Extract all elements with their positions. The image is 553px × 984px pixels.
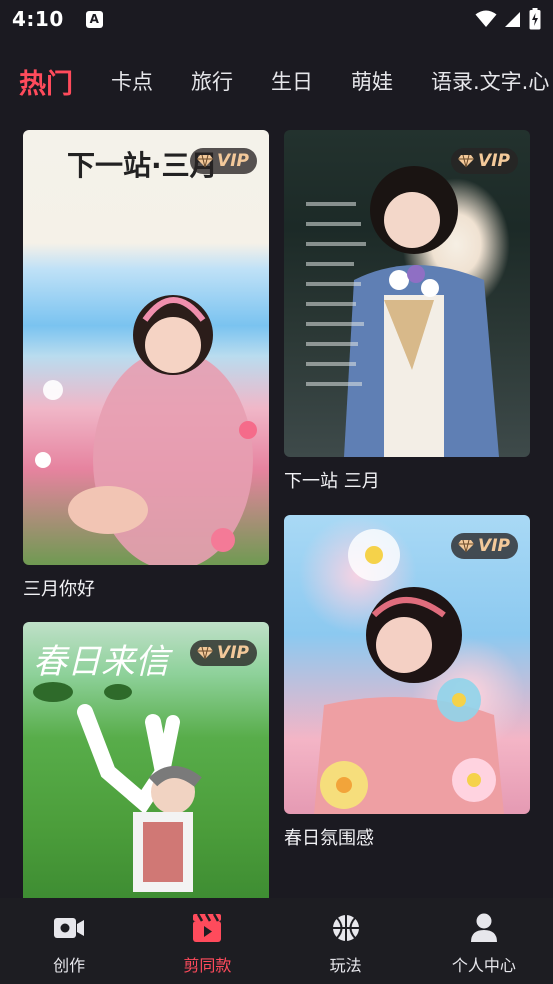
template-thumbnail[interactable]: 下一站·三月 VIP (23, 130, 269, 565)
nav-item-profile[interactable]: 个人中心 (415, 898, 553, 984)
basketball-icon (330, 912, 362, 944)
template-thumbnail[interactable]: 春日来信 VIP (23, 622, 269, 912)
category-tabs: 热门 卡点 旅行 生日 萌娃 语录.文字.心 (0, 56, 553, 110)
app-screen: 4:10 A 热门 卡点 旅行 生日 萌娃 语录.文字.心 下一站·三月 VIP… (0, 0, 553, 984)
vip-badge: VIP (190, 640, 257, 666)
wifi-icon (475, 10, 497, 27)
nav-item-templates[interactable]: 剪同款 (138, 898, 276, 984)
clapperboard-icon (191, 912, 223, 944)
vip-badge: VIP (451, 148, 518, 174)
tab-beat[interactable]: 卡点 (111, 66, 153, 101)
template-title[interactable]: 下一站 三月 (284, 467, 530, 493)
template-thumbnail[interactable]: VIP (284, 515, 530, 814)
template-card[interactable]: 春日来信 VIP (23, 622, 269, 912)
template-card[interactable]: 下一站·三月 VIP 三月你好 (23, 130, 269, 601)
diamond-icon (197, 154, 214, 168)
template-thumbnail[interactable]: VIP (284, 130, 530, 457)
vip-label: VIP (217, 151, 249, 171)
tab-travel[interactable]: 旅行 (191, 66, 233, 101)
template-card[interactable]: VIP 春日氛围感 (284, 515, 530, 850)
nav-label: 玩法 (329, 956, 362, 975)
cellular-signal-icon (505, 12, 520, 27)
diamond-icon (458, 539, 475, 553)
template-title[interactable]: 三月你好 (23, 575, 269, 601)
person-icon (468, 912, 500, 944)
template-title[interactable]: 春日氛围感 (284, 824, 530, 850)
vip-badge: VIP (451, 533, 518, 559)
nav-label: 创作 (53, 956, 86, 975)
vip-badge: VIP (190, 148, 257, 174)
person-illustration (35, 295, 257, 565)
tab-kids[interactable]: 萌娃 (351, 66, 393, 101)
nav-label: 剪同款 (183, 956, 232, 975)
tab-hot[interactable]: 热门 (19, 62, 73, 101)
nav-item-play[interactable]: 玩法 (277, 898, 415, 984)
notification-icon: A (85, 10, 103, 28)
status-icons (475, 8, 541, 30)
bottom-nav: 创作 剪同款 玩法 个人中心 (0, 898, 553, 984)
person-illustration (306, 166, 499, 457)
tab-quotes[interactable]: 语录.文字.心 (431, 66, 549, 101)
video-camera-icon (53, 912, 85, 944)
tab-birthday[interactable]: 生日 (271, 66, 313, 101)
diamond-icon (458, 154, 475, 168)
template-card[interactable]: VIP 下一站 三月 (284, 130, 530, 493)
person-illustration (314, 529, 504, 814)
status-time: 4:10 (12, 7, 64, 31)
vip-label: VIP (217, 643, 249, 663)
nav-item-create[interactable]: 创作 (0, 898, 138, 984)
vip-label: VIP (478, 151, 510, 171)
vip-label: VIP (478, 536, 510, 556)
diamond-icon (197, 646, 214, 660)
status-bar: 4:10 A (0, 0, 553, 38)
battery-icon (529, 8, 541, 30)
nav-label: 个人中心 (451, 956, 516, 975)
